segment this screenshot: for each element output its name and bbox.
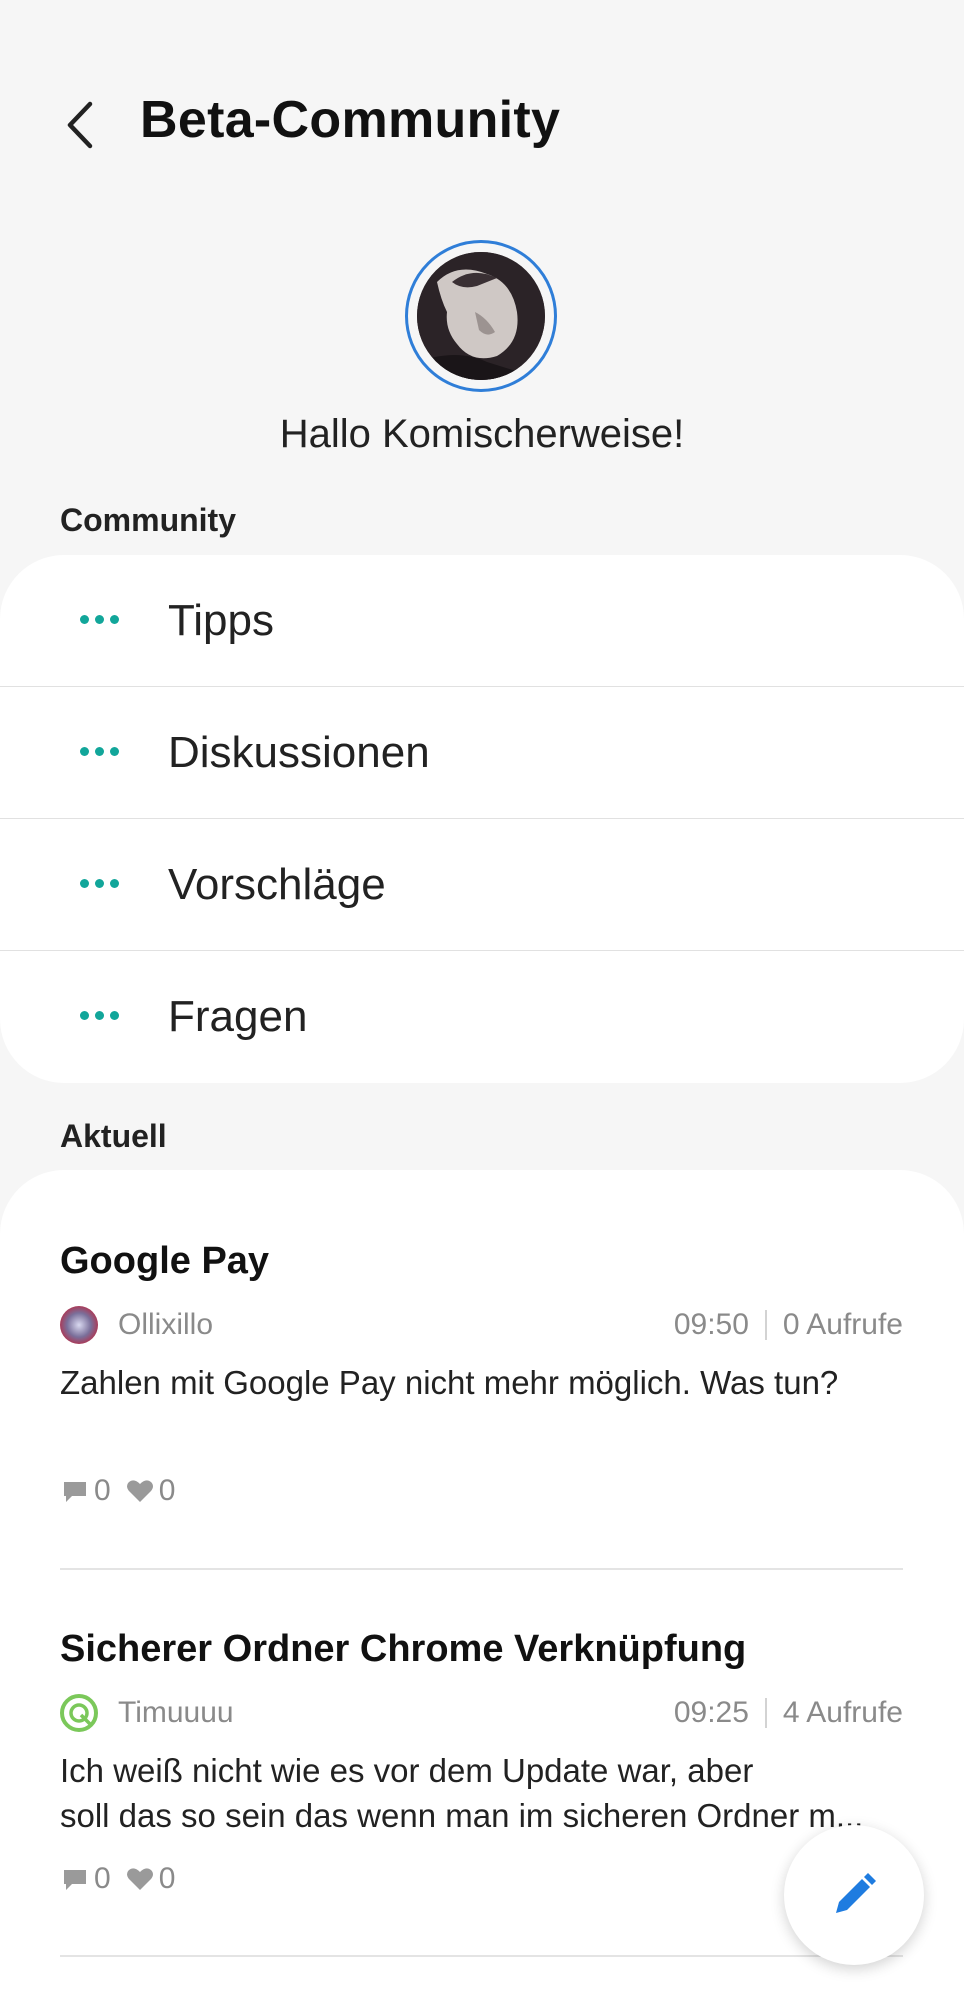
avatar-image: [417, 252, 545, 380]
comment-icon: [64, 1482, 86, 1502]
more-dots-icon: [80, 1011, 119, 1020]
divider: [60, 1568, 903, 1570]
recent-section-label: Aktuell: [60, 1118, 167, 1154]
post-preview-line: Ich weiß nicht wie es vor dem Update war…: [60, 1752, 754, 1789]
comment-icon: [64, 1870, 86, 1890]
post-info: 09:50 0 Aufrufe: [674, 1308, 903, 1342]
community-item-fragen[interactable]: Fragen: [0, 951, 964, 1083]
like-count: 0: [125, 1862, 175, 1896]
post-stats: 0 0: [60, 1862, 189, 1896]
post-stats: 0 0: [60, 1474, 189, 1508]
post-item[interactable]: Sicherer Ordner Chrome Verknüpfung Timuu…: [60, 1628, 903, 1958]
heart-icon: [126, 1868, 153, 1890]
compose-button[interactable]: [784, 1825, 924, 1965]
more-dots-icon: [80, 747, 119, 756]
post-preview: Zahlen mit Google Pay nicht mehr möglich…: [60, 1360, 903, 1405]
back-button[interactable]: [56, 96, 104, 154]
post-views: 4 Aufrufe: [782, 1696, 903, 1729]
post-title: Sicherer Ordner Chrome Verknüpfung: [60, 1628, 747, 1670]
post-time: 09:25: [673, 1696, 749, 1729]
page-title: Beta-Community: [140, 91, 561, 149]
community-item-label: Vorschläge: [168, 860, 386, 909]
post-preview: Ich weiß nicht wie es vor dem Update war…: [60, 1748, 903, 1838]
post-preview-line: Zahlen mit Google Pay nicht mehr möglich…: [60, 1364, 839, 1401]
community-item-vorschlaege[interactable]: Vorschläge: [0, 819, 964, 951]
like-count: 0: [125, 1474, 175, 1508]
post-time: 09:50: [673, 1308, 749, 1341]
community-list: Tipps Diskussionen Vorschläge Fragen: [0, 555, 964, 1083]
q-badge-icon: [69, 1703, 93, 1727]
more-dots-icon: [80, 615, 119, 624]
divider: [764, 1310, 767, 1340]
community-item-label: Fragen: [168, 992, 308, 1041]
beta-community-screen: Beta-Community Hallo Komischerweise! Com…: [0, 0, 964, 2000]
chevron-left-icon: [67, 101, 93, 149]
avatar[interactable]: [405, 240, 557, 392]
author-avatar: [60, 1694, 98, 1732]
post-info: 09:25 4 Aufrufe: [674, 1696, 903, 1730]
community-item-label: Tipps: [168, 596, 274, 645]
comment-count: 0: [60, 1862, 111, 1896]
header: Beta-Community: [0, 80, 964, 166]
greeting-text: Hallo Komischerweise!: [279, 412, 685, 456]
community-section-label: Community: [60, 502, 236, 538]
community-item-diskussionen[interactable]: Diskussionen: [0, 687, 964, 819]
author-name: Ollixillo: [118, 1308, 214, 1341]
post-item[interactable]: Google Pay Ollixillo 09:50 0 Aufrufe Zah…: [60, 1240, 903, 1570]
author-name: Timuuuu: [118, 1696, 234, 1729]
community-item-label: Diskussionen: [168, 728, 430, 777]
post-preview-line: soll das so sein das wenn man im sichere…: [60, 1797, 864, 1834]
divider: [764, 1698, 767, 1728]
post-title: Google Pay: [60, 1240, 270, 1282]
pencil-icon: [836, 1873, 876, 1913]
post-meta: Timuuuu 09:25 4 Aufrufe: [60, 1692, 903, 1732]
comment-count: 0: [60, 1474, 111, 1508]
more-dots-icon: [80, 879, 119, 888]
post-meta: Ollixillo 09:50 0 Aufrufe: [60, 1304, 903, 1344]
heart-icon: [126, 1480, 153, 1502]
author-avatar: [60, 1306, 98, 1344]
divider: [60, 1955, 903, 1957]
community-item-tipps[interactable]: Tipps: [0, 555, 964, 687]
post-views: 0 Aufrufe: [782, 1308, 903, 1341]
